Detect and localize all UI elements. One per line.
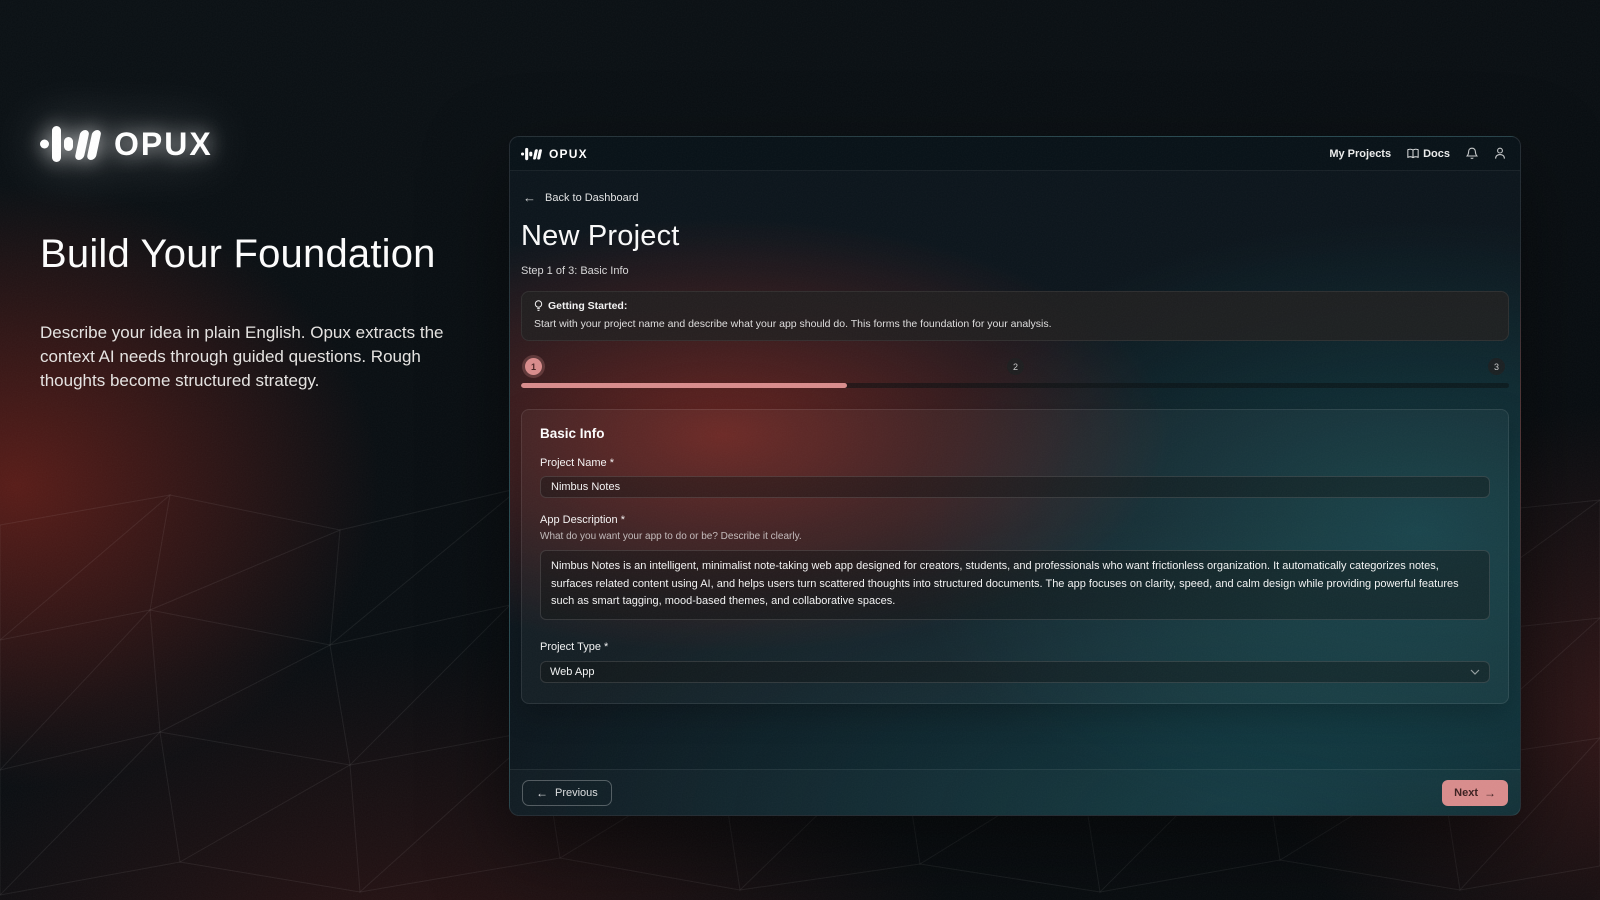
- hero-brand-wordmark: OPUX: [114, 126, 213, 163]
- nav-right-group: My Projects Docs: [1329, 147, 1506, 160]
- window-body: ← Back to Dashboard New Project Step 1 o…: [510, 171, 1520, 815]
- step-3[interactable]: 3: [1488, 358, 1505, 375]
- project-name-label: Project Name *: [540, 457, 1490, 469]
- nav-docs-label: Docs: [1423, 148, 1450, 160]
- next-button-label: Next: [1454, 787, 1478, 799]
- app-top-nav: OPUX My Projects Docs: [510, 137, 1520, 171]
- previous-button-label: Previous: [555, 787, 598, 799]
- nav-link-docs[interactable]: Docs: [1407, 148, 1450, 160]
- next-button[interactable]: Next →: [1442, 780, 1508, 806]
- back-link-label: Back to Dashboard: [545, 192, 639, 204]
- nav-brand-wordmark: OPUX: [549, 147, 588, 161]
- tip-title-row: Getting Started:: [534, 300, 1496, 312]
- page-title: New Project: [521, 220, 1509, 253]
- back-to-dashboard-link[interactable]: ← Back to Dashboard: [523, 191, 1509, 204]
- opux-waveform-icon: [40, 124, 104, 164]
- app-description-textarea[interactable]: Nimbus Notes is an intelligent, minimali…: [540, 550, 1490, 620]
- nav-brand[interactable]: OPUX: [521, 147, 588, 161]
- opux-waveform-icon: [521, 147, 543, 161]
- project-type-label: Project Type *: [540, 641, 1490, 653]
- project-type-value: Web App: [550, 666, 594, 678]
- app-window: OPUX My Projects Docs: [509, 136, 1521, 816]
- step-2[interactable]: 2: [1007, 358, 1024, 375]
- user-icon: [1494, 147, 1506, 160]
- wizard-steps: 1 2 3: [521, 358, 1509, 375]
- app-description-label: App Description *: [540, 514, 1490, 526]
- nav-link-my-projects[interactable]: My Projects: [1329, 148, 1391, 160]
- getting-started-tip: Getting Started: Start with your project…: [521, 291, 1509, 341]
- basic-info-card: Basic Info Project Name * App Descriptio…: [521, 409, 1509, 704]
- bell-icon: [1466, 147, 1478, 160]
- book-icon: [1407, 148, 1419, 159]
- chevron-down-icon: [1470, 669, 1480, 675]
- progress-fill: [521, 383, 847, 388]
- card-heading: Basic Info: [540, 426, 1490, 441]
- step-progress-label: Step 1 of 3: Basic Info: [521, 265, 1509, 277]
- app-description-helper: What do you want your app to do or be? D…: [540, 531, 1490, 542]
- project-name-input[interactable]: [540, 476, 1490, 498]
- hero-logo: OPUX: [40, 124, 480, 164]
- next-arrow-icon: →: [1484, 787, 1496, 799]
- hero-description: Describe your idea in plain English. Opu…: [40, 321, 480, 393]
- previous-button[interactable]: ← Previous: [522, 780, 612, 806]
- hero-title: Build Your Foundation: [40, 232, 480, 277]
- project-type-select[interactable]: Web App: [540, 661, 1490, 683]
- lightbulb-icon: [534, 300, 543, 312]
- hero-section: OPUX Build Your Foundation Describe your…: [40, 124, 480, 393]
- wizard-footer: ← Previous Next →: [510, 769, 1520, 815]
- previous-arrow-icon: ←: [536, 787, 548, 799]
- back-arrow-icon: ←: [523, 191, 536, 204]
- progress-track: [521, 383, 1509, 388]
- tip-body: Start with your project name and describ…: [534, 318, 1496, 330]
- step-1[interactable]: 1: [525, 358, 542, 375]
- tip-title: Getting Started:: [548, 300, 627, 312]
- user-account-button[interactable]: [1494, 147, 1506, 160]
- notifications-button[interactable]: [1466, 147, 1478, 160]
